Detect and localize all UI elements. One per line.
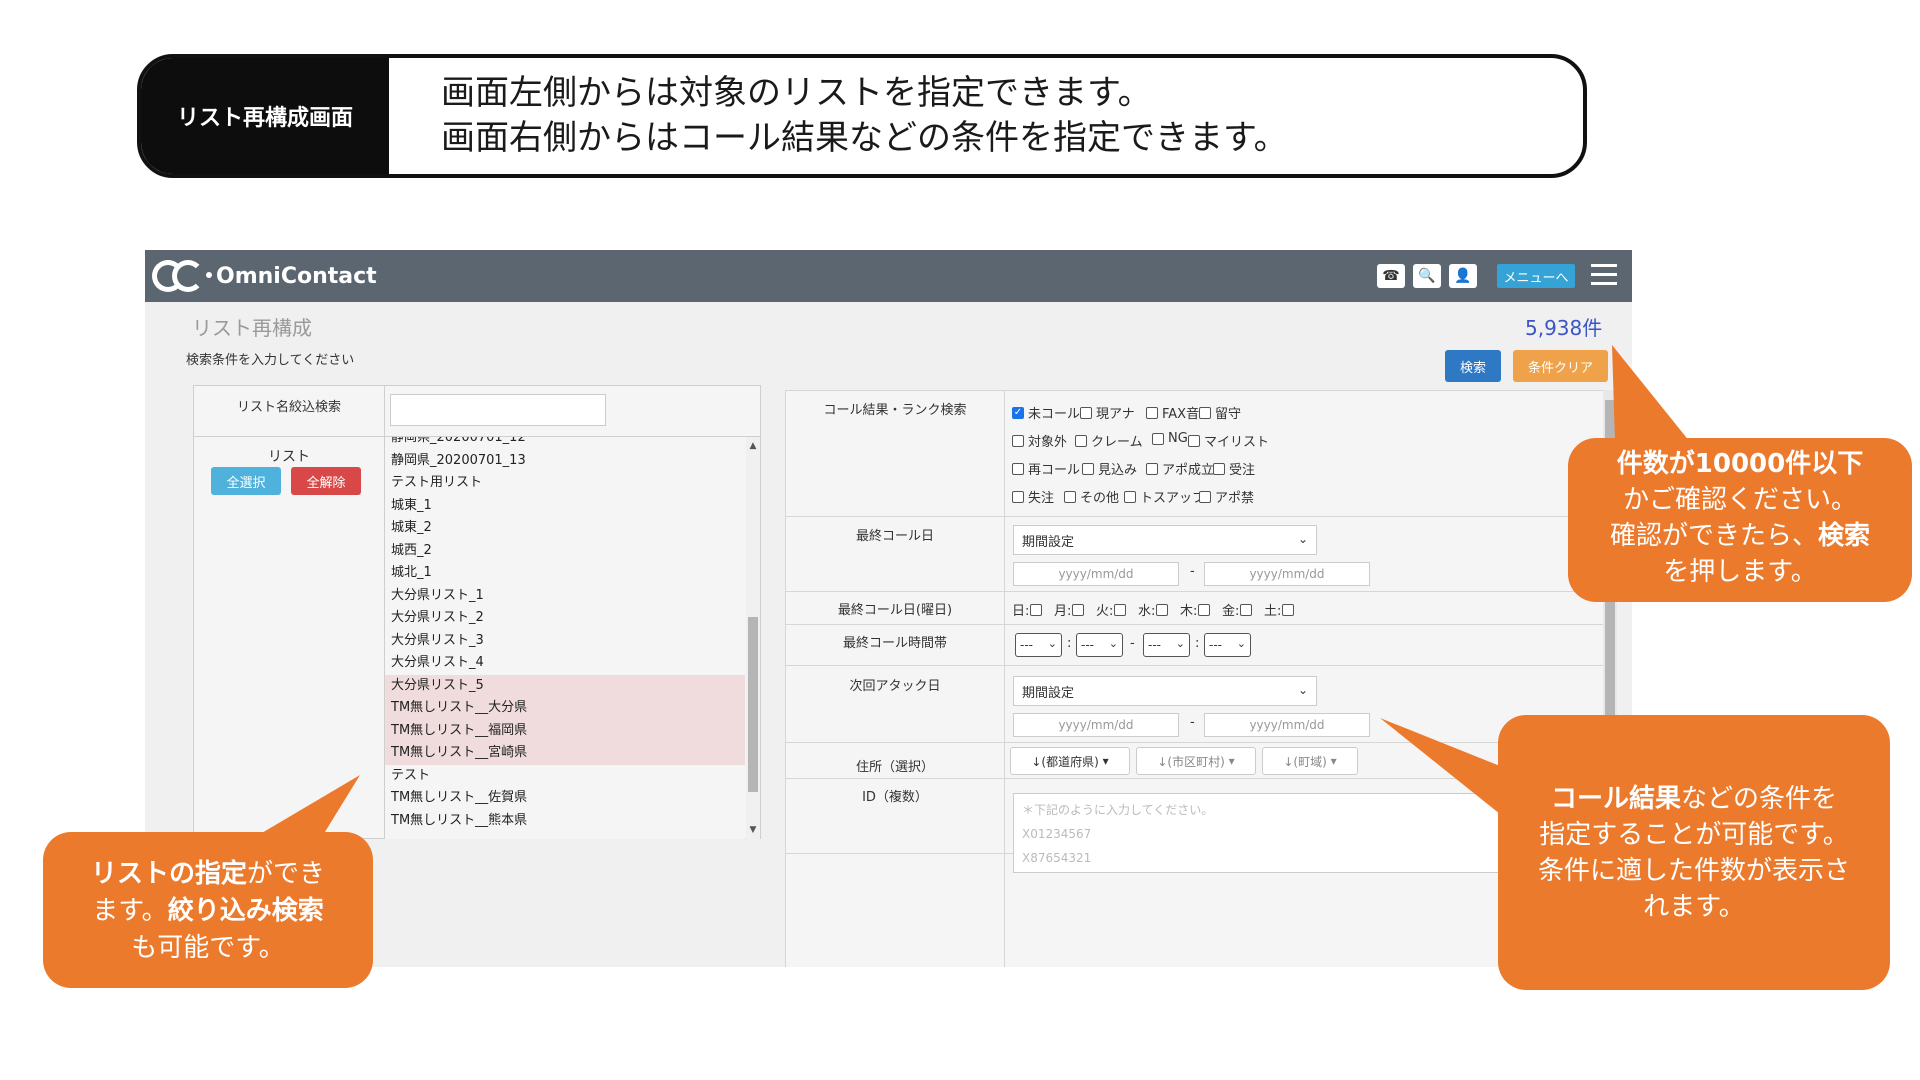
callout-count-check: 件数が10000件以下 かご確認ください。 確認ができたら、検索 を押します。 [1568, 438, 1912, 602]
callout-conditions: コール結果などの条件を 指定することが可能です。 条件に適した件数が表示さ れま… [1498, 715, 1890, 990]
callout-list-select: リストの指定ができ ます。絞り込み検索 も可能です。 [43, 832, 373, 988]
